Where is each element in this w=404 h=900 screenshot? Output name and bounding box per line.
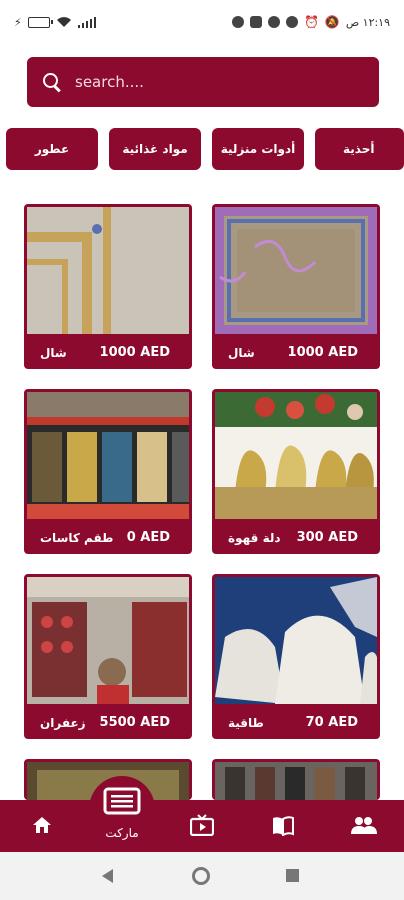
clock-time: ١٢:١٩ ص <box>345 15 390 29</box>
product-price: 5500 AED <box>99 715 170 730</box>
product-name: طقم كاسات <box>40 531 114 545</box>
book-icon[interactable] <box>271 816 295 836</box>
product-price: 300 AED <box>296 530 358 545</box>
product-image <box>27 392 189 519</box>
recents-button-icon[interactable] <box>286 869 299 882</box>
app-notification-icon <box>267 16 280 28</box>
product-name: شال <box>228 346 255 360</box>
people-icon[interactable] <box>351 816 377 834</box>
product-card[interactable]: 70 AED طاقية <box>212 574 380 739</box>
charging-icon: ⚡ <box>14 15 22 29</box>
category-chip-perfumes[interactable]: عطور <box>6 128 98 170</box>
status-bar: ⚡ ⏰ 🔕 ١٢:١٩ ص <box>0 0 404 44</box>
status-right: ⏰ 🔕 ١٢:١٩ ص <box>231 15 390 29</box>
product-card[interactable]: 300 AED دلة قهوة <box>212 389 380 554</box>
market-label[interactable]: ماركت <box>96 826 148 840</box>
product-name: زعفران <box>40 716 86 730</box>
battery-icon <box>27 16 53 28</box>
product-price: 1000 AED <box>287 345 358 360</box>
product-card[interactable]: 1000 AED شال <box>24 204 192 369</box>
product-image <box>215 577 377 704</box>
product-name: طاقية <box>228 716 264 730</box>
product-image <box>27 207 189 334</box>
chip-label: أدوات منزلية <box>220 142 296 156</box>
chip-label: عطور <box>34 142 70 156</box>
category-chip-shoes[interactable]: أحذية <box>315 128 404 170</box>
market-icon[interactable] <box>103 786 141 820</box>
category-chip-household[interactable]: أدوات منزلية <box>212 128 304 170</box>
product-image <box>215 207 377 334</box>
product-card[interactable]: 0 AED طقم كاسات <box>24 389 192 554</box>
category-chip-food[interactable]: مواد غذائية <box>109 128 201 170</box>
product-image <box>27 577 189 704</box>
product-card[interactable]: 5500 AED زعفران <box>24 574 192 739</box>
signal-icon <box>77 16 97 28</box>
product-price: 0 AED <box>126 530 170 545</box>
chip-label: أحذية <box>343 142 375 156</box>
product-name: دلة قهوة <box>228 531 281 545</box>
category-chips: أحذية أدوات منزلية مواد غذائية عطور <box>0 128 404 170</box>
product-image <box>215 392 377 519</box>
chip-label: مواد غذائية <box>122 142 188 156</box>
wifi-icon <box>56 17 71 27</box>
product-card[interactable]: 1000 AED شال <box>212 204 380 369</box>
product-card[interactable] <box>212 759 380 800</box>
alarm-icon: ⏰ <box>303 15 319 29</box>
home-icon[interactable] <box>32 815 52 835</box>
back-button-icon[interactable] <box>102 869 113 883</box>
search-input[interactable] <box>75 73 355 91</box>
product-image <box>215 762 377 800</box>
app-notification-icon <box>231 16 244 28</box>
youtube-icon <box>249 16 262 28</box>
home-button-icon[interactable] <box>192 867 210 885</box>
status-left: ⚡ <box>14 15 97 29</box>
mute-icon: 🔕 <box>324 15 340 29</box>
tv-icon[interactable] <box>190 814 214 836</box>
product-price: 70 AED <box>305 715 358 730</box>
search-icon[interactable] <box>41 71 63 93</box>
product-price: 1000 AED <box>99 345 170 360</box>
app-notification-icon <box>285 16 298 28</box>
product-name: شال <box>40 346 67 360</box>
search-bar[interactable] <box>27 57 379 107</box>
